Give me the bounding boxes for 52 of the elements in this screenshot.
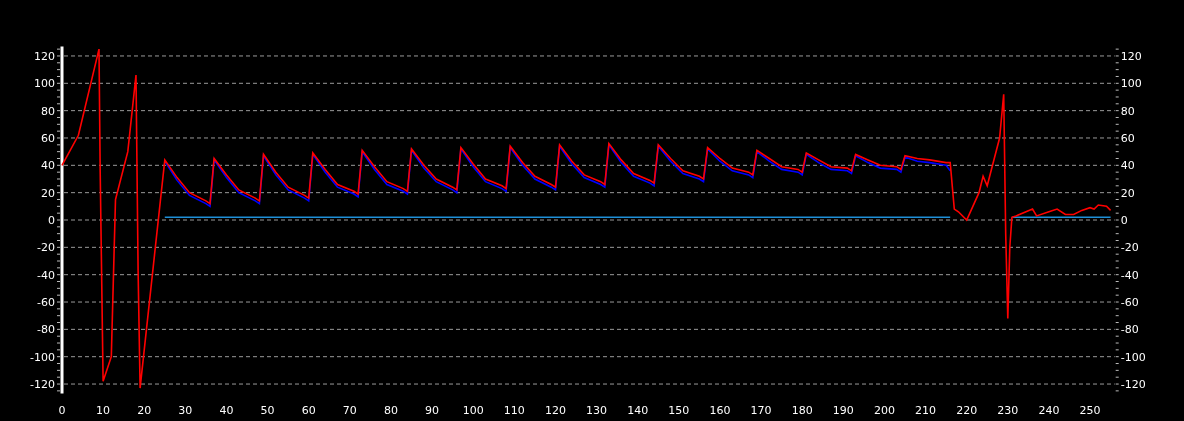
tick-label: 90 [425, 404, 440, 417]
tick-label: 10 [96, 404, 111, 417]
tick-label: 230 [997, 404, 1019, 417]
tick-label: -80 [1120, 323, 1139, 337]
tick-label: 120 [544, 404, 566, 417]
tick-label: -80 [37, 323, 55, 337]
tick-label: 80 [383, 404, 398, 417]
tick-label: 200 [873, 404, 895, 417]
tick-label: 100 [1120, 77, 1142, 91]
tick-label: 160 [709, 404, 731, 417]
tick-label: 30 [178, 404, 193, 417]
tick-label: 20 [137, 404, 152, 417]
tick-label: -100 [1120, 350, 1146, 364]
tick-label: 20 [1120, 186, 1135, 200]
tick-label: -40 [37, 268, 55, 282]
tick-label: 50 [260, 404, 275, 417]
tick-label: 0 [1120, 214, 1128, 227]
tick-label: -120 [30, 378, 55, 392]
tick-label: -40 [1120, 268, 1139, 282]
tick-label: 80 [1120, 104, 1135, 118]
tick-label: 60 [41, 132, 55, 145]
tick-label: 40 [1120, 159, 1135, 173]
tick-label: 40 [41, 159, 55, 173]
tick-label: 60 [1120, 132, 1135, 145]
tick-label: -60 [37, 296, 55, 309]
tick-label: 60 [301, 404, 316, 417]
tick-label: -120 [1120, 378, 1146, 392]
tick-label: 0 [48, 214, 55, 227]
tick-label: 210 [915, 404, 937, 417]
tick-label: 100 [34, 77, 55, 91]
tick-label: 40 [219, 404, 234, 417]
tick-label: 180 [791, 404, 813, 417]
tick-label: 190 [832, 404, 854, 417]
tick-label: 240 [1038, 404, 1060, 417]
tick-label: 150 [668, 404, 690, 417]
tick-label: 100 [462, 404, 484, 417]
tick-label: 130 [586, 404, 608, 417]
tick-label: 140 [627, 404, 649, 417]
tick-label: -20 [37, 241, 55, 255]
tick-label: -60 [1120, 296, 1139, 309]
tick-label: 120 [34, 49, 55, 63]
tick-label: 170 [750, 404, 772, 417]
tick-label: -20 [1120, 241, 1139, 255]
tick-label: 250 [1079, 404, 1101, 417]
tick-label: -100 [30, 350, 55, 364]
tick-label: 120 [1120, 49, 1142, 63]
tick-label: 220 [956, 404, 978, 417]
tick-label: 0 [58, 404, 66, 417]
tick-label: 110 [503, 404, 525, 417]
tick-label: 70 [342, 404, 357, 417]
tick-label: 80 [41, 104, 55, 118]
tick-label: 20 [41, 186, 55, 200]
